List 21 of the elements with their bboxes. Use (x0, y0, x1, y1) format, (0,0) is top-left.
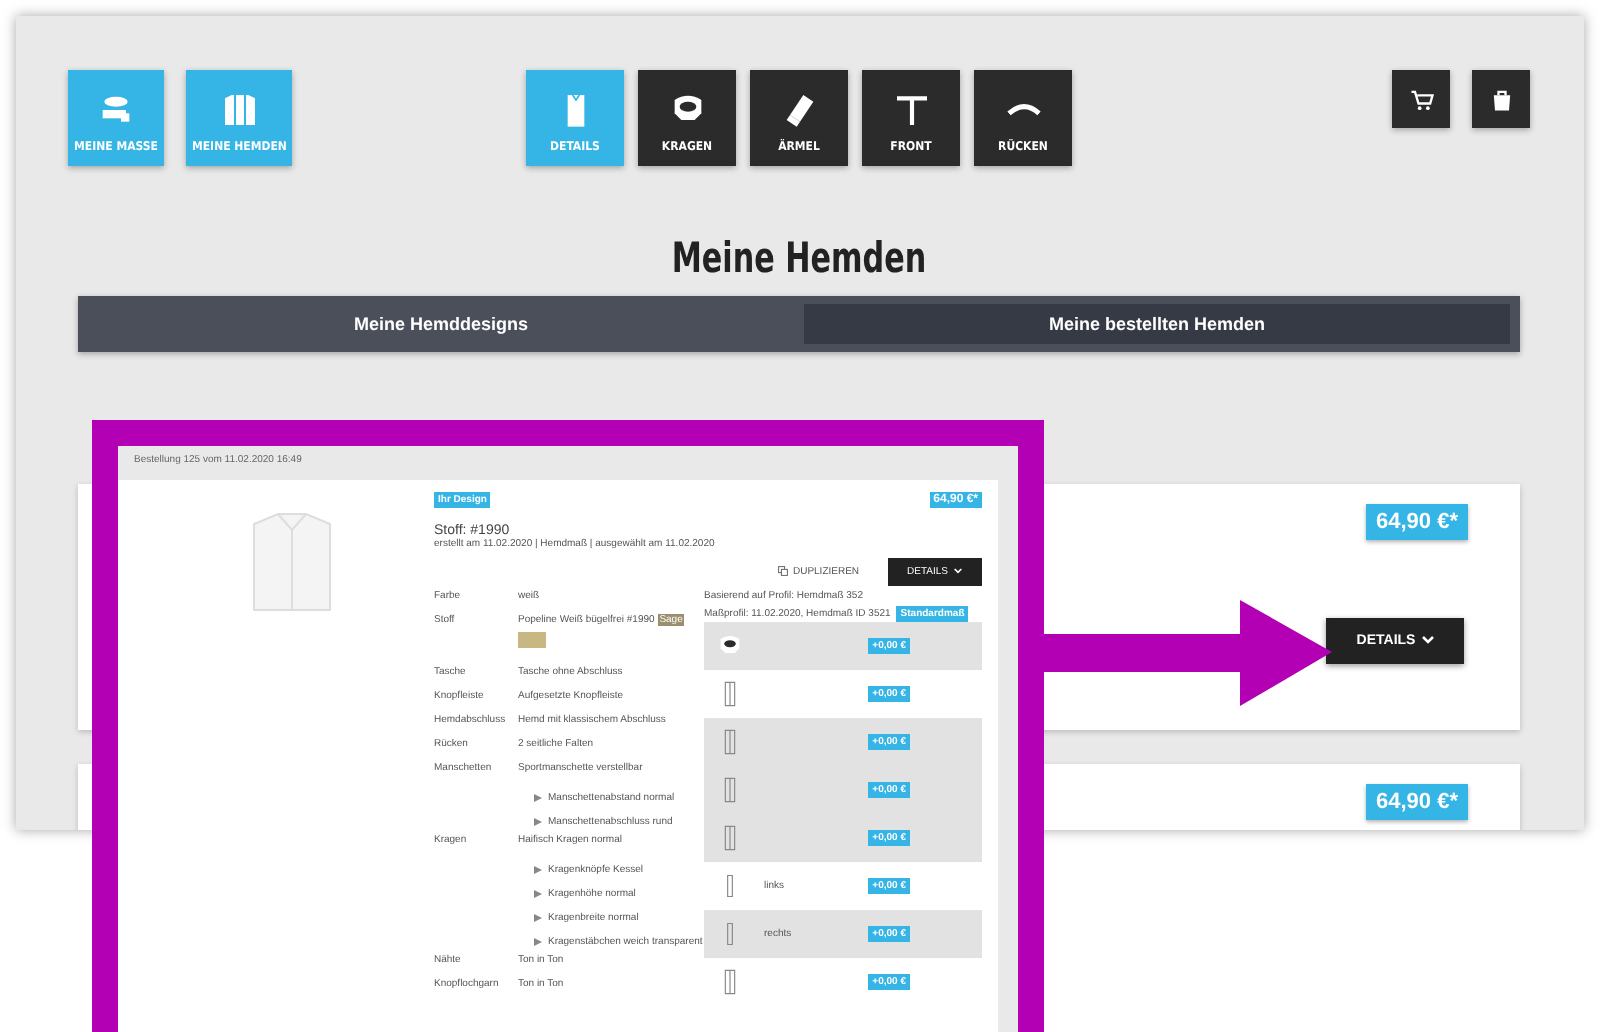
fabric-swatch (518, 632, 546, 648)
toolbar-button[interactable] (1472, 70, 1530, 128)
toolbar-button[interactable] (1392, 70, 1450, 128)
cart-icon (1407, 85, 1435, 113)
bullet-icon (534, 794, 542, 802)
bullet-icon (534, 890, 542, 898)
shirts-icon (219, 90, 260, 130)
chevron-down-icon (954, 568, 962, 575)
bullet-icon (534, 818, 542, 826)
shirt-photo (250, 512, 334, 612)
copy-icon (778, 566, 789, 577)
chevron-down-icon (1421, 636, 1434, 645)
page-title: Meine Hemden (669, 234, 929, 282)
tab[interactable]: Meine bestellten Hemden (804, 304, 1510, 344)
front-icon (891, 90, 931, 130)
price-badge: 64,90 €* (1366, 784, 1468, 820)
bullet-icon (534, 938, 542, 946)
price-badge: 64,90 €* (1366, 504, 1468, 540)
bullet-icon (534, 866, 542, 874)
bullet-icon (534, 914, 542, 922)
tab[interactable]: Meine Hemddesigns (88, 304, 794, 344)
